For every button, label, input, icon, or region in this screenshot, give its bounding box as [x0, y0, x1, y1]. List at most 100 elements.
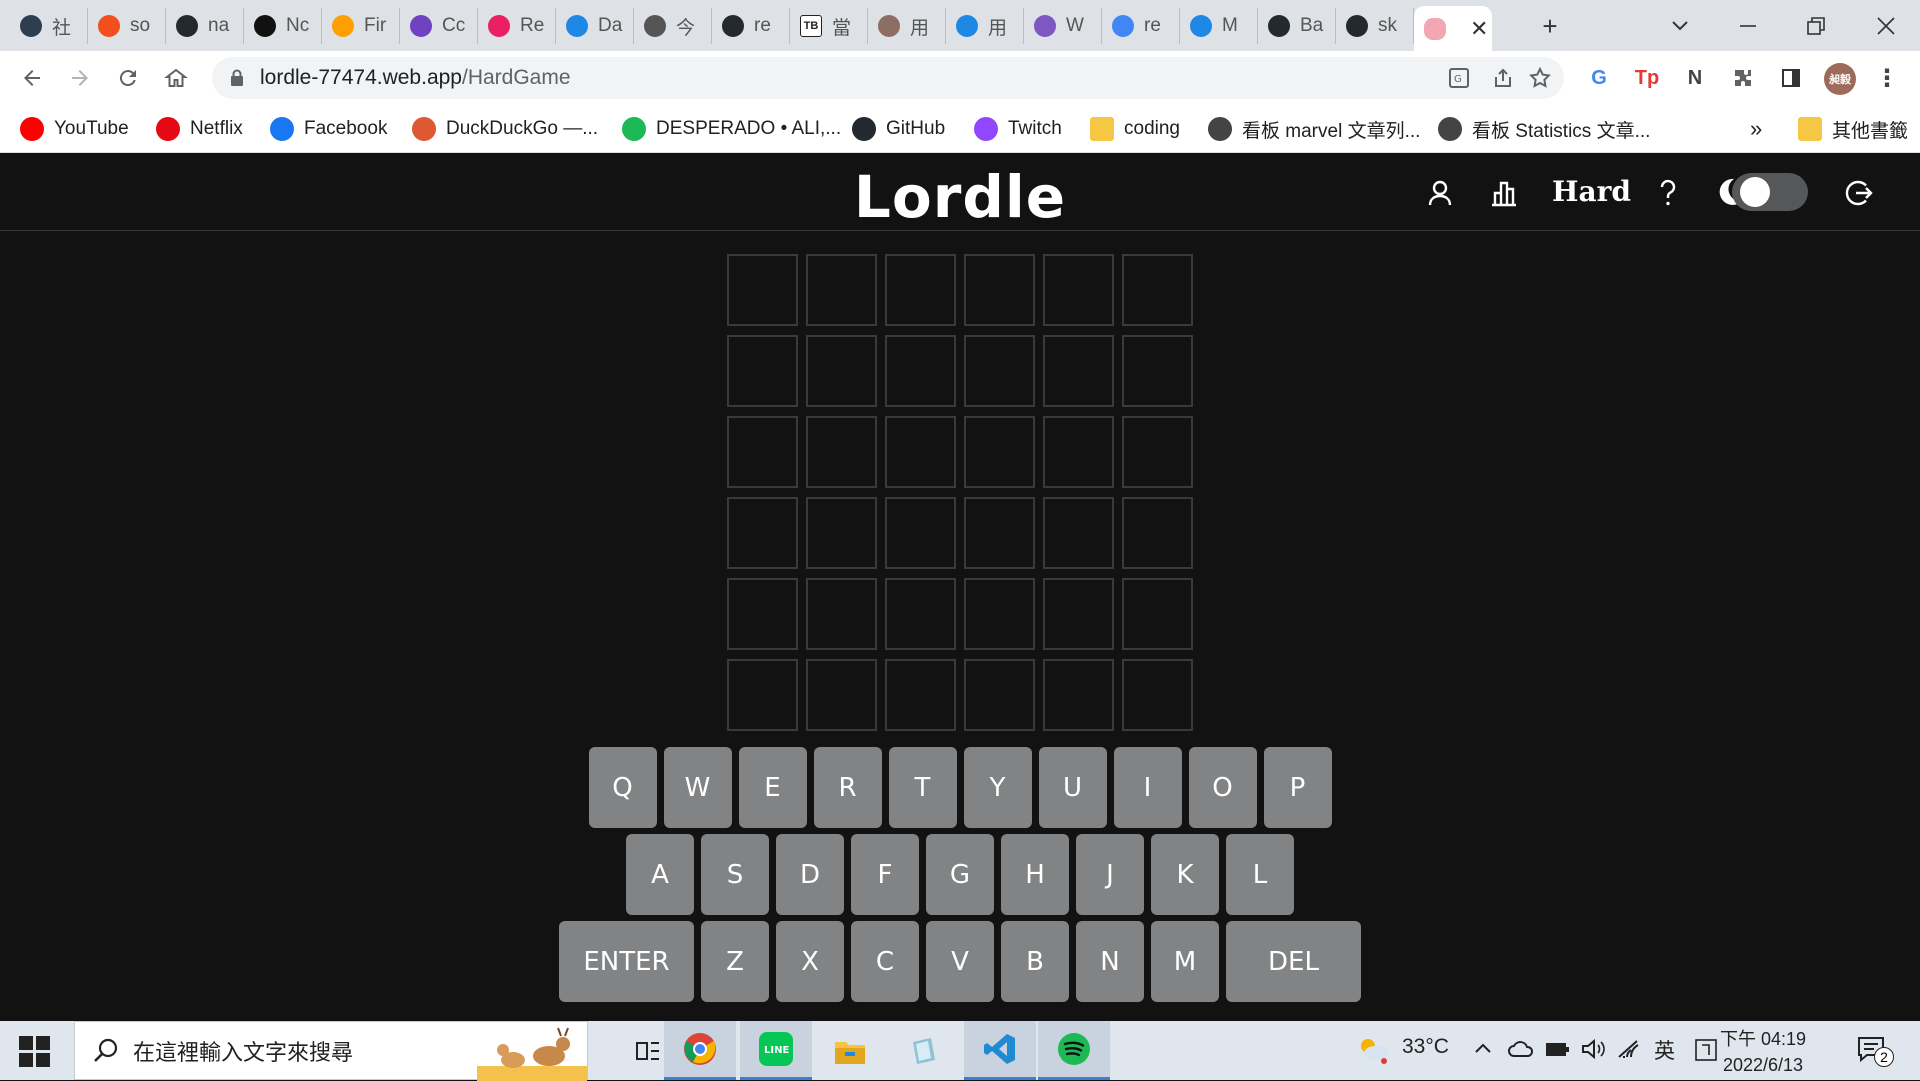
- key-z[interactable]: Z: [701, 921, 769, 1002]
- bookmark-item[interactable]: GitHub: [852, 113, 945, 145]
- back-icon[interactable]: [14, 60, 50, 96]
- browser-tab-active[interactable]: ✕: [1414, 6, 1492, 51]
- difficulty-mode-label[interactable]: Hard: [1552, 175, 1631, 208]
- forward-icon[interactable]: [62, 60, 98, 96]
- tab-search-chevron-icon[interactable]: [1660, 8, 1700, 44]
- vscode-taskbar-icon[interactable]: [964, 1021, 1036, 1080]
- key-p[interactable]: P: [1263, 747, 1332, 828]
- key-u[interactable]: U: [1038, 747, 1107, 828]
- puzzle-extensions-icon[interactable]: [1728, 63, 1758, 93]
- line-taskbar-icon[interactable]: LINE: [740, 1021, 812, 1080]
- key-g[interactable]: G: [926, 834, 994, 915]
- home-icon[interactable]: [158, 60, 194, 96]
- address-bar[interactable]: lordle-77474.web.app/HardGame G: [212, 57, 1564, 99]
- browser-tab[interactable]: Cc: [400, 8, 478, 44]
- browser-tab[interactable]: re: [1102, 8, 1180, 44]
- key-q[interactable]: Q: [588, 747, 657, 828]
- minimize-window-icon[interactable]: [1728, 8, 1768, 44]
- share-icon[interactable]: [1492, 67, 1514, 95]
- stats-chart-icon[interactable]: [1484, 173, 1524, 213]
- notes-app-taskbar-icon[interactable]: [888, 1021, 960, 1080]
- browser-tab[interactable]: 用: [868, 8, 946, 44]
- bookmark-item[interactable]: Facebook: [270, 113, 387, 145]
- browser-tab[interactable]: Fir: [322, 8, 400, 44]
- other-bookmarks-folder[interactable]: 其他書籤: [1798, 113, 1908, 145]
- close-window-icon[interactable]: [1866, 8, 1906, 44]
- taskbar-clock[interactable]: 下午 04:19 2022/6/13: [1720, 1026, 1806, 1078]
- user-icon[interactable]: [1420, 173, 1460, 213]
- browser-tab[interactable]: sk: [1336, 8, 1414, 44]
- onedrive-cloud-icon[interactable]: [1508, 1039, 1534, 1059]
- key-del[interactable]: DEL: [1226, 921, 1361, 1002]
- key-h[interactable]: H: [1001, 834, 1069, 915]
- browser-tab[interactable]: Da: [556, 8, 634, 44]
- logout-icon[interactable]: [1838, 173, 1878, 213]
- key-k[interactable]: K: [1151, 834, 1219, 915]
- key-c[interactable]: C: [851, 921, 919, 1002]
- bookmark-item[interactable]: Netflix: [156, 113, 243, 145]
- bookmark-item[interactable]: 看板 Statistics 文章...: [1438, 113, 1650, 145]
- battery-icon[interactable]: [1544, 1039, 1570, 1059]
- wifi-icon[interactable]: [1616, 1038, 1642, 1060]
- chrome-menu-icon[interactable]: ⋮: [1872, 63, 1902, 93]
- windows-start-icon[interactable]: [12, 1031, 56, 1071]
- key-a[interactable]: A: [626, 834, 694, 915]
- key-n[interactable]: N: [1076, 921, 1144, 1002]
- key-m[interactable]: M: [1151, 921, 1219, 1002]
- bookmark-item[interactable]: YouTube: [20, 113, 129, 145]
- bookmark-item[interactable]: DESPERADO • ALI,...: [622, 113, 841, 145]
- n-extension-icon[interactable]: N: [1680, 63, 1710, 93]
- translate-icon[interactable]: G: [1448, 67, 1470, 95]
- browser-tab[interactable]: 今: [634, 8, 712, 44]
- key-o[interactable]: O: [1188, 747, 1257, 828]
- bookmark-item[interactable]: Twitch: [974, 113, 1062, 145]
- dark-mode-toggle[interactable]: [1712, 171, 1812, 213]
- key-v[interactable]: V: [926, 921, 994, 1002]
- key-r[interactable]: R: [813, 747, 882, 828]
- taskbar-search-input[interactable]: 在這裡輸入文字來搜尋: [74, 1021, 588, 1081]
- key-f[interactable]: F: [851, 834, 919, 915]
- spotify-taskbar-icon[interactable]: [1038, 1021, 1110, 1080]
- browser-tab[interactable]: 用: [946, 8, 1024, 44]
- browser-tab[interactable]: so: [88, 8, 166, 44]
- bookmarks-overflow-button[interactable]: »: [1750, 113, 1762, 145]
- weather-temperature[interactable]: 33°C: [1402, 1035, 1449, 1059]
- profile-avatar[interactable]: 昶毅: [1824, 63, 1856, 95]
- key-e[interactable]: E: [738, 747, 807, 828]
- notification-center-icon[interactable]: 2: [1856, 1035, 1894, 1067]
- restore-window-icon[interactable]: [1796, 8, 1836, 44]
- chevron-up-icon[interactable]: [1474, 1041, 1492, 1055]
- key-t[interactable]: T: [888, 747, 957, 828]
- key-s[interactable]: S: [701, 834, 769, 915]
- key-i[interactable]: I: [1113, 747, 1182, 828]
- close-tab-icon[interactable]: ✕: [1470, 16, 1488, 42]
- ime-language-indicator[interactable]: 英: [1654, 1035, 1675, 1065]
- weather-icon[interactable]: [1356, 1035, 1392, 1065]
- file-explorer-taskbar-icon[interactable]: [814, 1021, 886, 1080]
- key-l[interactable]: L: [1226, 834, 1294, 915]
- bookmark-star-icon[interactable]: [1528, 66, 1552, 96]
- bookmark-item[interactable]: 看板 marvel 文章列...: [1208, 113, 1420, 145]
- ime-mode-icon[interactable]: [1694, 1038, 1718, 1062]
- key-b[interactable]: B: [1001, 921, 1069, 1002]
- tp-extension-icon[interactable]: Tp: [1632, 63, 1662, 93]
- bookmark-item[interactable]: coding: [1090, 113, 1180, 145]
- key-y[interactable]: Y: [963, 747, 1032, 828]
- browser-tab[interactable]: TB 當: [790, 8, 868, 44]
- browser-tab[interactable]: re: [712, 8, 790, 44]
- side-panel-icon[interactable]: [1776, 63, 1806, 93]
- browser-tab[interactable]: Ba: [1258, 8, 1336, 44]
- new-tab-button[interactable]: +: [1530, 8, 1570, 44]
- chrome-taskbar-icon[interactable]: [664, 1021, 736, 1080]
- browser-tab[interactable]: Nc: [244, 8, 322, 44]
- key-d[interactable]: D: [776, 834, 844, 915]
- reload-icon[interactable]: [110, 60, 146, 96]
- volume-icon[interactable]: [1580, 1038, 1606, 1060]
- browser-tab[interactable]: Re: [478, 8, 556, 44]
- key-x[interactable]: X: [776, 921, 844, 1002]
- browser-tab[interactable]: 社: [10, 8, 88, 44]
- key-j[interactable]: J: [1076, 834, 1144, 915]
- key-w[interactable]: W: [663, 747, 732, 828]
- browser-tab[interactable]: M: [1180, 8, 1258, 44]
- browser-tab[interactable]: W: [1024, 8, 1102, 44]
